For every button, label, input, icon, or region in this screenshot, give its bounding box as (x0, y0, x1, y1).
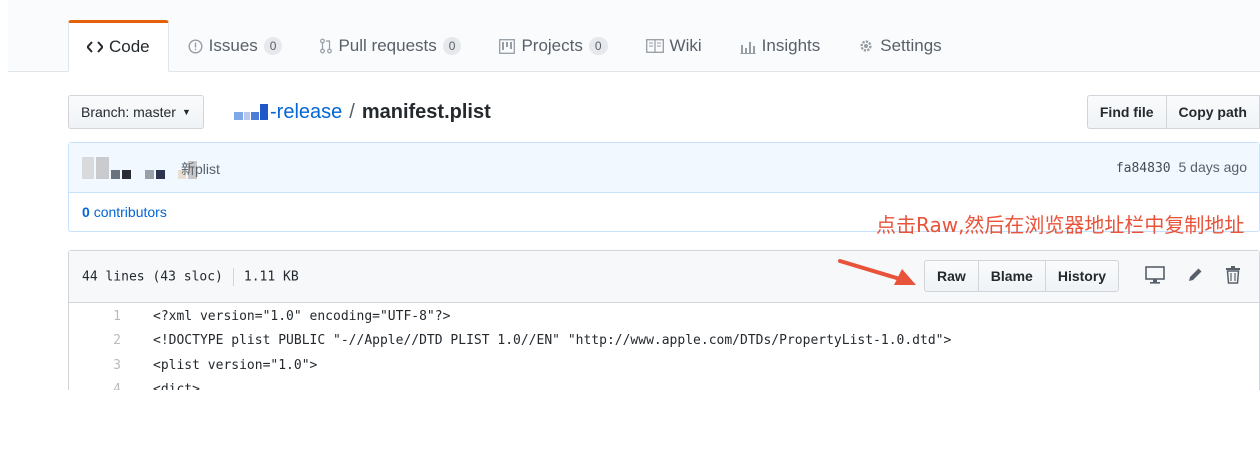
tab-settings[interactable]: Settings (839, 20, 960, 72)
copy-path-button[interactable]: Copy path (1166, 95, 1260, 129)
tab-code[interactable]: Code (68, 20, 169, 72)
gear-icon (858, 38, 874, 54)
line-content: <?xml version="1.0" encoding="UTF-8"?> (153, 308, 451, 324)
file-action-buttons: Raw Blame History (924, 260, 1120, 292)
commit-tease: 新plist fa84830 5 days ago (69, 143, 1259, 193)
history-button[interactable]: History (1045, 260, 1120, 292)
branch-name: master (133, 104, 176, 120)
desktop-icon[interactable] (1145, 266, 1165, 289)
file-name: manifest.plist (361, 100, 491, 123)
annotation-arrow-icon (838, 259, 916, 285)
pull-request-icon (320, 38, 333, 54)
raw-button[interactable]: Raw (924, 260, 979, 292)
file-info: 44 lines (43 sloc) 1.11 KB (82, 268, 299, 286)
repo-link[interactable]: -release (270, 101, 342, 124)
commit-message[interactable]: 新plist (181, 159, 220, 179)
commit-meta: fa84830 5 days ago (1116, 159, 1247, 176)
contributors-count: 0 (82, 204, 90, 220)
tab-pull-requests[interactable]: Pull requests 0 (301, 20, 480, 72)
commit-sha[interactable]: fa84830 (1116, 161, 1171, 176)
tab-label: Insights (761, 36, 821, 55)
find-file-button[interactable]: Find file (1086, 95, 1167, 129)
tab-projects[interactable]: Projects 0 (480, 20, 626, 72)
line-number[interactable]: 3 (69, 358, 121, 373)
issue-count-badge: 0 (263, 37, 283, 55)
tab-wiki[interactable]: Wiki (627, 20, 721, 72)
tab-insights[interactable]: Insights (721, 20, 840, 72)
line-count: 44 lines (43 sloc) (82, 269, 223, 285)
branch-select-button[interactable]: Branch: master ▼ (68, 95, 204, 129)
book-icon (645, 39, 664, 53)
tab-label: Wiki (669, 36, 702, 55)
redacted-author (82, 157, 197, 179)
line-number[interactable]: 2 (69, 333, 121, 348)
tab-label: Projects (521, 36, 583, 55)
redacted-repo-name (234, 104, 268, 120)
file-viewer: 44 lines (43 sloc) 1.11 KB Raw Blame Hist… (68, 250, 1260, 410)
file-icon-actions (1145, 266, 1241, 289)
commit-age: 5 days ago (1178, 159, 1248, 175)
file-header: 44 lines (43 sloc) 1.11 KB Raw Blame Hist… (69, 251, 1259, 303)
branch-prefix: Branch: (81, 104, 130, 120)
code-body: 1 <?xml version="1.0" encoding="UTF-8"?>… (69, 304, 1259, 402)
project-icon (499, 38, 516, 54)
breadcrumb-separator: / (349, 100, 355, 123)
tab-label: Issues (208, 36, 258, 55)
blame-button[interactable]: Blame (978, 260, 1046, 292)
breadcrumb: -release / manifest.plist (234, 99, 491, 125)
cropped-bottom-area (0, 390, 1260, 454)
issue-icon (188, 38, 203, 54)
line-content: <plist version="1.0"> (153, 357, 318, 373)
trash-icon[interactable] (1225, 266, 1241, 289)
project-count-badge: 0 (588, 37, 608, 55)
divider (232, 268, 234, 286)
pencil-icon[interactable] (1186, 266, 1204, 289)
contributors-link[interactable]: 0 contributors (82, 204, 167, 220)
tab-label: Pull requests (338, 36, 437, 55)
tab-label: Code (109, 37, 150, 56)
code-line: 3 <plist version="1.0"> (69, 353, 1259, 378)
contributors-label: contributors (93, 204, 167, 220)
tab-issues[interactable]: Issues 0 (169, 20, 302, 72)
line-content: <!DOCTYPE plist PUBLIC "-//Apple//DTD PL… (153, 333, 952, 349)
caret-down-icon: ▼ (181, 107, 191, 117)
repo-tabs: Code Issues 0 Pull requests 0 Projects 0… (68, 20, 961, 72)
instruction-annotation: 点击Raw,然后在浏览器地址栏中复制地址 (876, 213, 1245, 237)
code-line: 2 <!DOCTYPE plist PUBLIC "-//Apple//DTD … (69, 329, 1259, 354)
file-size: 1.11 KB (243, 269, 299, 285)
graph-icon (740, 39, 756, 54)
tab-label: Settings (880, 36, 942, 55)
line-number[interactable]: 1 (69, 309, 121, 324)
code-icon (87, 40, 103, 54)
code-line: 1 <?xml version="1.0" encoding="UTF-8"?> (69, 304, 1259, 329)
file-nav-buttons: Find file Copy path (1086, 95, 1260, 129)
pr-count-badge: 0 (442, 37, 462, 55)
